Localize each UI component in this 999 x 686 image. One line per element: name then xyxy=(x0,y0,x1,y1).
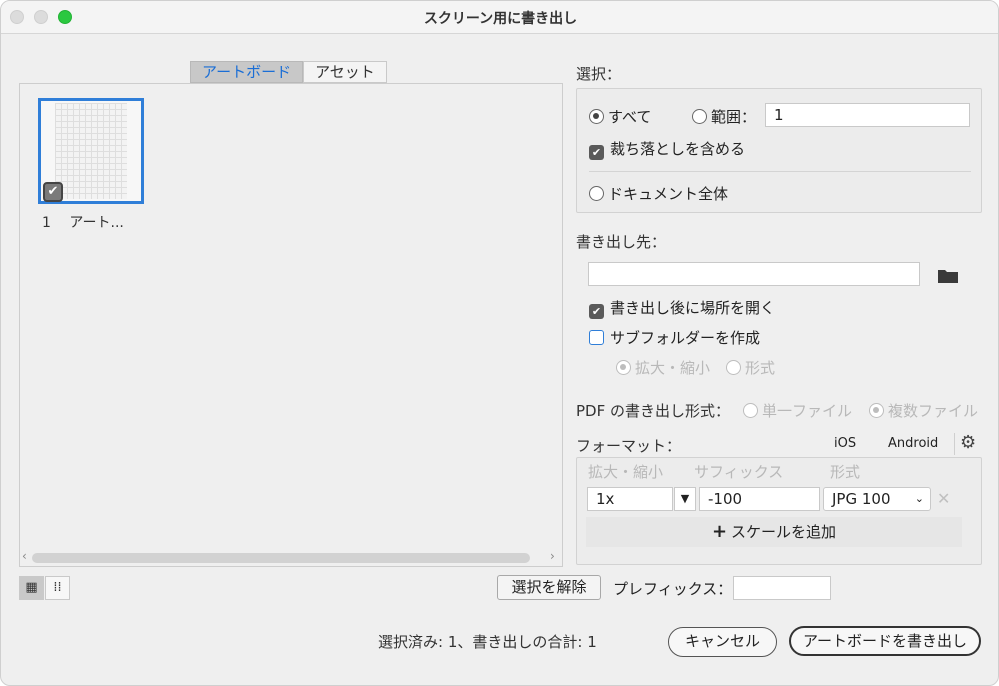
grid-view-icon: ▦ xyxy=(25,580,38,595)
pdf-multiple-files-radio[interactable] xyxy=(869,403,884,418)
artboard-preview xyxy=(55,103,127,199)
cancel-button[interactable]: キャンセル xyxy=(668,627,777,657)
open-after-export-check-icon[interactable]: ✔ xyxy=(589,304,604,319)
open-after-export-label: 書き出し後に場所を開く xyxy=(610,299,776,317)
artboard-thumbnail[interactable]: ✔ xyxy=(38,98,144,204)
divider xyxy=(954,433,955,455)
deselect-button[interactable]: 選択を解除 xyxy=(497,575,601,600)
export-path-input[interactable] xyxy=(588,262,920,286)
col-format-header: 形式 xyxy=(830,463,861,481)
pdf-single-file-option[interactable]: 単一ファイル xyxy=(743,400,852,421)
subfolder-scale-radio[interactable] xyxy=(616,360,631,375)
subfolder-scale-label: 拡大・縮小 xyxy=(635,359,711,377)
create-subfolders-check-icon[interactable] xyxy=(589,330,604,345)
create-subfolders-label: サブフォルダーを作成 xyxy=(610,329,761,347)
col-scale-header: 拡大・縮小 xyxy=(588,463,664,481)
radio-whole-document-label: ドキュメント全体 xyxy=(608,185,729,203)
window-title: スクリーン用に書き出し xyxy=(423,11,578,27)
prefix-label: プレフィックス： xyxy=(613,580,733,598)
pdf-multiple-files-label: 複数ファイル xyxy=(888,402,979,420)
chevron-down-icon: ▼ xyxy=(680,492,690,505)
artboard-number: 1 xyxy=(42,215,51,231)
radio-all-label: すべて xyxy=(608,108,652,126)
include-bleed-check-icon[interactable]: ✔ xyxy=(589,145,604,160)
export-status: 選択済み: 1、書き出しの合計: 1 xyxy=(378,633,597,651)
subfolder-scale-option[interactable]: 拡大・縮小 xyxy=(616,357,710,378)
preset-android-button[interactable]: Android xyxy=(888,436,938,451)
artboard-label: 1 アート... xyxy=(42,212,124,232)
list-view-button[interactable]: ⁞⁞ xyxy=(45,576,70,600)
open-after-export-checkbox[interactable]: ✔ 書き出し後に場所を開く xyxy=(589,297,775,319)
gear-icon[interactable]: ⚙ xyxy=(960,432,976,453)
scale-dropdown[interactable]: ▼ xyxy=(674,487,696,511)
subfolder-format-radio[interactable] xyxy=(726,360,741,375)
radio-range-button[interactable] xyxy=(692,109,707,124)
pdf-single-file-label: 単一ファイル xyxy=(762,402,853,420)
remove-scale-icon[interactable]: ✕ xyxy=(937,489,950,508)
subfolder-format-label: 形式 xyxy=(745,359,776,377)
range-input[interactable]: 1 xyxy=(765,103,970,127)
preset-ios-button[interactable]: iOS xyxy=(834,436,856,451)
scroll-right-icon[interactable]: › xyxy=(550,549,555,563)
plus-icon: + xyxy=(711,521,728,542)
scale-input[interactable]: 1x xyxy=(587,487,673,511)
radio-range[interactable]: 範囲： xyxy=(692,106,756,127)
radio-all[interactable]: すべて xyxy=(589,106,651,127)
tab-asset[interactable]: アセット xyxy=(303,61,387,83)
col-suffix-header: サフィックス xyxy=(694,463,784,481)
grid-view-button[interactable]: ▦ xyxy=(19,576,44,600)
include-bleed-checkbox[interactable]: ✔ 裁ち落としを含める xyxy=(589,138,745,160)
include-bleed-label: 裁ち落としを含める xyxy=(610,140,746,158)
title-bar: スクリーン用に書き出し xyxy=(1,1,998,34)
artboard-name: アート... xyxy=(69,215,124,231)
radio-all-button[interactable] xyxy=(589,109,604,124)
add-scale-button[interactable]: + スケールを追加 xyxy=(586,517,962,547)
radio-whole-document[interactable]: ドキュメント全体 xyxy=(589,183,728,204)
suffix-input[interactable]: -100 xyxy=(699,487,820,511)
radio-range-label: 範囲： xyxy=(711,108,757,126)
format-select-value: JPG 100 xyxy=(832,490,891,508)
tab-artboard[interactable]: アートボード xyxy=(190,61,304,83)
list-view-icon: ⁞⁞ xyxy=(53,580,62,595)
folder-icon[interactable] xyxy=(937,268,959,284)
export-for-screens-dialog: スクリーン用に書き出し アートボード アセット ✔ 1 アート... ‹ › ▦… xyxy=(0,0,999,686)
create-subfolders-checkbox[interactable]: サブフォルダーを作成 xyxy=(589,327,760,348)
artboard-select-checkbox[interactable]: ✔ xyxy=(43,182,63,202)
radio-whole-document-button[interactable] xyxy=(589,186,604,201)
formats-heading: フォーマット： xyxy=(576,437,682,455)
artboard-list-pane: ✔ 1 アート... ‹ › xyxy=(19,83,563,567)
chevron-down-icon: ⌄ xyxy=(914,492,924,505)
prefix-input[interactable] xyxy=(733,576,831,600)
format-select[interactable]: JPG 100 ⌄ xyxy=(823,487,931,511)
pdf-multiple-files-option[interactable]: 複数ファイル xyxy=(869,400,978,421)
pdf-format-heading: PDF の書き出し形式： xyxy=(576,402,730,420)
export-to-heading: 書き出し先： xyxy=(576,233,667,251)
export-artboards-button[interactable]: アートボードを書き出し xyxy=(789,626,981,656)
horizontal-scrollbar[interactable] xyxy=(32,553,530,563)
add-scale-label: スケールを追加 xyxy=(731,523,837,541)
pdf-single-file-radio[interactable] xyxy=(743,403,758,418)
subfolder-format-option[interactable]: 形式 xyxy=(726,357,775,378)
scroll-left-icon[interactable]: ‹ xyxy=(22,549,27,563)
divider xyxy=(589,171,971,172)
view-tabs: アートボード アセット xyxy=(190,61,387,83)
selection-heading: 選択： xyxy=(576,65,622,83)
